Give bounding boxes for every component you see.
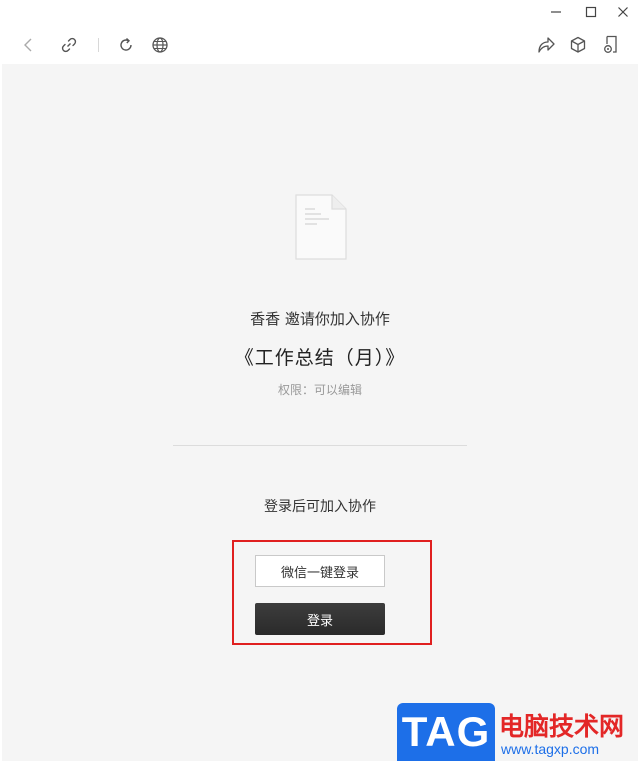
permission-label: 权限：可以编辑 bbox=[277, 383, 362, 397]
divider bbox=[173, 445, 467, 446]
toolbar bbox=[0, 26, 640, 64]
document-icon bbox=[295, 194, 347, 264]
invite-panel: 香香 邀请你加入协作 《工作总结（月）》 权限：可以编辑 登录后可加入协作 微信… bbox=[2, 64, 638, 761]
cube-icon[interactable] bbox=[567, 34, 589, 56]
refresh-icon[interactable] bbox=[115, 34, 137, 56]
maximize-icon[interactable] bbox=[580, 3, 602, 21]
share-icon[interactable] bbox=[535, 34, 557, 56]
login-hint: 登录后可加入协作 bbox=[264, 499, 376, 515]
back-arrow-icon[interactable] bbox=[18, 34, 40, 56]
inviter-line: 香香 邀请你加入协作 bbox=[250, 310, 390, 328]
minimize-icon[interactable] bbox=[545, 3, 567, 21]
title-bar bbox=[0, 0, 640, 26]
globe-icon[interactable] bbox=[149, 34, 171, 56]
close-icon[interactable] bbox=[612, 3, 634, 21]
watermark-tag-logo: TAG bbox=[397, 703, 495, 761]
toolbar-separator bbox=[98, 38, 99, 52]
watermark-url: www.tagxp.com bbox=[501, 741, 600, 757]
document-title: 《工作总结（月）》 bbox=[234, 347, 406, 369]
login-button[interactable]: 登录 bbox=[255, 603, 385, 635]
watermark: TAG 电脑技术网 www.tagxp.com bbox=[397, 703, 640, 761]
watermark-site-name: 电脑技术网 bbox=[499, 712, 625, 741]
link-icon[interactable] bbox=[58, 34, 80, 56]
wechat-login-button[interactable]: 微信一键登录 bbox=[255, 555, 385, 587]
document-settings-icon[interactable] bbox=[600, 34, 622, 56]
